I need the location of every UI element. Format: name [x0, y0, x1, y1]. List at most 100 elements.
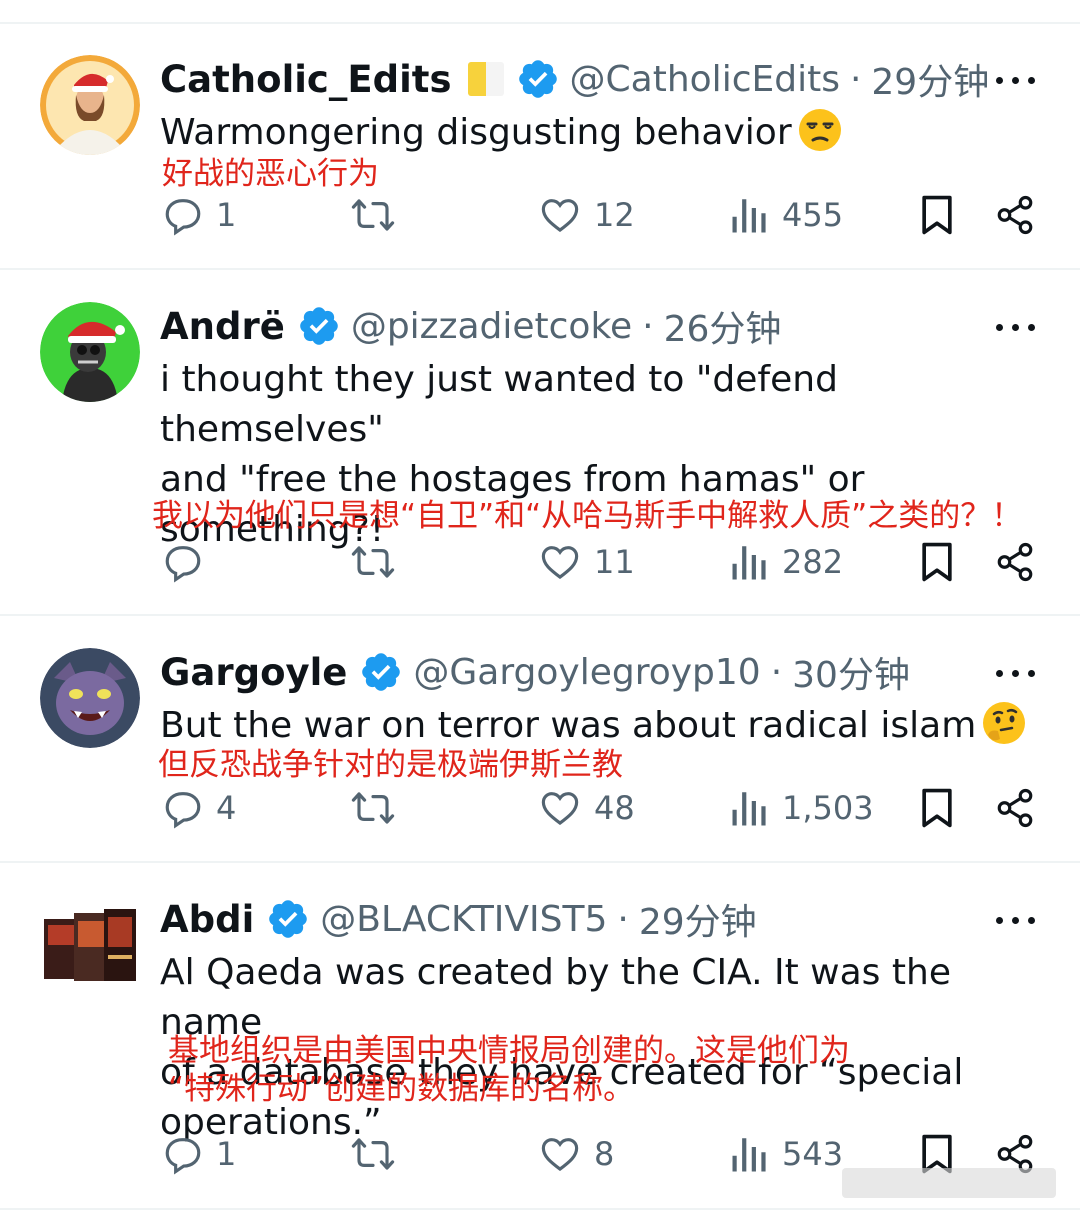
views-button[interactable]: 455 — [730, 190, 843, 240]
views-button[interactable]: 543 — [730, 1129, 843, 1179]
share-button[interactable] — [994, 537, 1036, 587]
handle[interactable]: @BLACKTIVIST5 — [320, 899, 607, 940]
like-count: 8 — [594, 1135, 615, 1173]
verified-badge-icon[interactable] — [266, 897, 310, 941]
bookmark-button[interactable] — [918, 783, 956, 833]
post-divider — [0, 614, 1080, 616]
top-divider — [0, 22, 1080, 24]
post-divider — [0, 268, 1080, 270]
verified-badge-icon[interactable] — [297, 304, 341, 348]
thinking-face-icon — [982, 701, 1026, 745]
bookmark-icon — [918, 540, 956, 584]
handle[interactable]: @CatholicEdits — [570, 59, 840, 100]
post-text: But the war on terror was about radical … — [160, 701, 1060, 751]
post-text: Warmongering disgusting behavior — [160, 108, 1060, 158]
reply-count: 1 — [216, 196, 237, 234]
post-divider — [0, 1208, 1080, 1210]
translation-text: 我以为他们只是想“自卫”和“从哈马斯手中解救人质”之类的？！ — [152, 498, 1023, 534]
avatar[interactable] — [40, 55, 140, 155]
repost-icon — [350, 194, 396, 236]
separator-dot: · — [849, 58, 862, 100]
reply-icon — [162, 194, 204, 236]
separator-dot: · — [642, 305, 654, 347]
views-count: 455 — [782, 196, 844, 234]
like-count: 48 — [594, 789, 635, 827]
like-button[interactable]: 12 — [538, 190, 635, 240]
separator-dot: · — [617, 898, 629, 940]
like-icon — [538, 194, 582, 236]
avatar[interactable] — [40, 302, 140, 402]
handle[interactable]: @pizzadietcoke — [351, 306, 632, 347]
handle[interactable]: @Gargoylegroyp10 — [413, 652, 760, 693]
bookmark-button[interactable] — [918, 537, 956, 587]
translation-text: 好战的恶心行为 — [162, 156, 379, 192]
translation-text: 基地组织是由美国中央情报局创建的。这是他们为 “特殊行动”创建的数据库的名称。 — [168, 1033, 850, 1107]
translation-text: 但反恐战争针对的是极端伊斯兰教 — [158, 747, 623, 783]
repost-button[interactable] — [350, 537, 408, 587]
verified-badge-icon[interactable] — [516, 57, 560, 101]
bookmark-icon — [918, 786, 956, 830]
display-name[interactable]: Andrë — [160, 305, 285, 348]
post-header: Abdi @BLACKTIVIST5 · 29分钟 — [160, 894, 757, 944]
like-button[interactable]: 11 — [538, 537, 635, 587]
reply-button[interactable]: 4 — [162, 783, 236, 833]
post-header: Gargoyle @Gargoylegroyp10 · 30分钟 — [160, 647, 910, 697]
reply-count: 1 — [216, 1135, 237, 1173]
post-header: Andrë @pizzadietcoke · 26分钟 — [160, 301, 781, 351]
reply-button[interactable]: 1 — [162, 190, 236, 240]
like-icon — [538, 1133, 582, 1175]
reply-button[interactable]: 1 — [162, 1129, 236, 1179]
like-icon — [538, 541, 582, 583]
views-count: 282 — [782, 543, 844, 581]
reply-count: 4 — [216, 789, 237, 827]
repost-icon — [350, 787, 396, 829]
vatican-flag-icon — [467, 62, 504, 96]
more-icon[interactable] — [996, 70, 1036, 90]
avatar[interactable] — [40, 895, 140, 995]
timestamp[interactable]: 30分钟 — [792, 646, 910, 698]
watermark — [842, 1168, 1056, 1198]
reply-icon — [162, 787, 204, 829]
share-icon — [994, 194, 1036, 236]
like-button[interactable]: 8 — [538, 1129, 614, 1179]
share-button[interactable] — [994, 783, 1036, 833]
timestamp[interactable]: 26分钟 — [664, 300, 782, 352]
more-icon[interactable] — [996, 663, 1036, 683]
bookmark-button[interactable] — [918, 190, 956, 240]
display-name[interactable]: Abdi — [160, 898, 254, 941]
like-icon — [538, 787, 582, 829]
share-icon — [994, 787, 1036, 829]
more-icon[interactable] — [996, 317, 1036, 337]
views-icon — [730, 1133, 770, 1175]
repost-button[interactable] — [350, 1129, 408, 1179]
reply-icon — [162, 1133, 204, 1175]
timestamp[interactable]: 29分钟 — [639, 893, 757, 945]
repost-button[interactable] — [350, 783, 408, 833]
views-count: 1,503 — [782, 789, 874, 827]
reply-button[interactable] — [162, 537, 216, 587]
views-icon — [730, 541, 770, 583]
verified-badge-icon[interactable] — [359, 650, 403, 694]
timestamp[interactable]: 29分钟 — [871, 53, 989, 105]
views-icon — [730, 194, 770, 236]
bookmark-icon — [918, 193, 956, 237]
separator-dot: · — [770, 651, 783, 693]
more-icon[interactable] — [996, 910, 1036, 930]
post-header: Catholic_Edits @CatholicEdits · 29分钟 — [160, 54, 989, 104]
display-name[interactable]: Gargoyle — [160, 651, 347, 694]
share-button[interactable] — [994, 190, 1036, 240]
like-count: 11 — [594, 543, 635, 581]
views-icon — [730, 787, 770, 829]
unamused-face-icon — [798, 108, 842, 152]
share-icon — [994, 541, 1036, 583]
display-name[interactable]: Catholic_Edits — [160, 58, 452, 101]
repost-icon — [350, 1133, 396, 1175]
post-divider — [0, 861, 1080, 863]
repost-button[interactable] — [350, 190, 408, 240]
repost-icon — [350, 541, 396, 583]
like-button[interactable]: 48 — [538, 783, 635, 833]
views-button[interactable]: 1,503 — [730, 783, 874, 833]
avatar[interactable] — [40, 648, 140, 748]
views-button[interactable]: 282 — [730, 537, 843, 587]
reply-icon — [162, 541, 204, 583]
